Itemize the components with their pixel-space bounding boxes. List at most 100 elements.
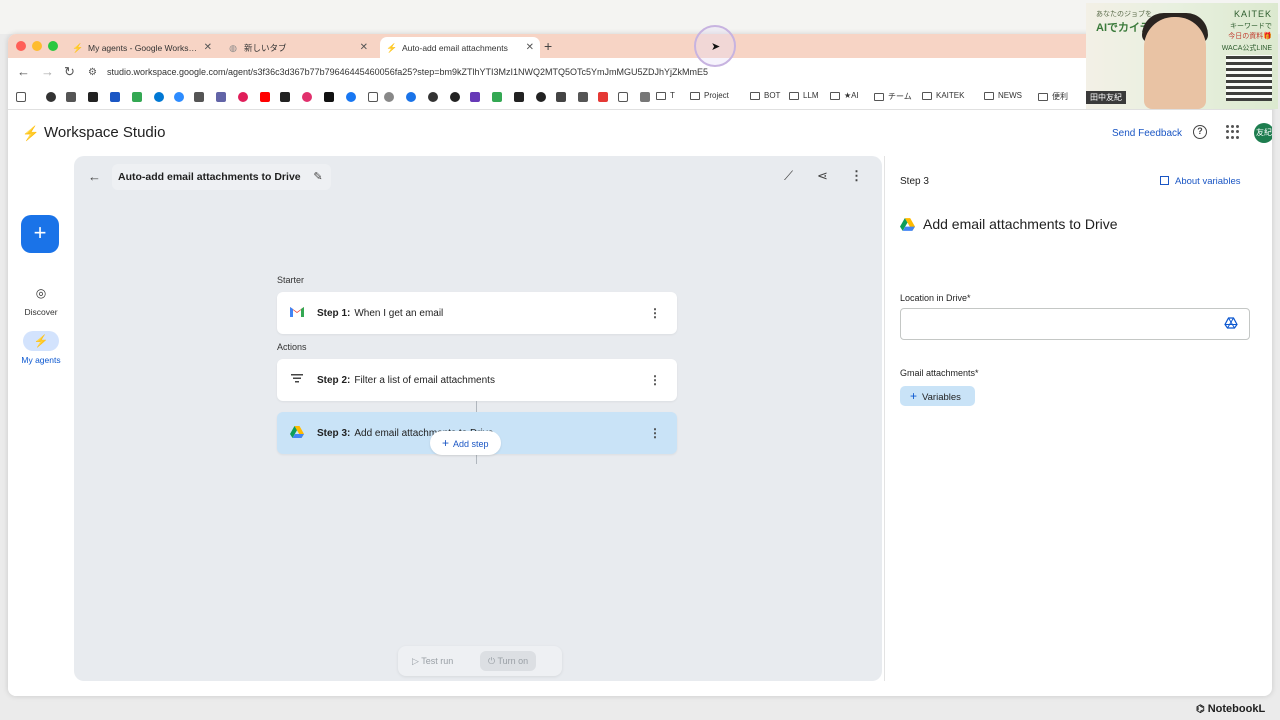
step-config-panel: Step 3 About variables Add email attachm… [884, 156, 1266, 681]
url-text: studio.workspace.google.com/agent/s3f36c… [106, 67, 709, 77]
apps-grid-icon[interactable] [16, 92, 26, 102]
bookmark-favicon-icon[interactable] [598, 92, 608, 102]
bookmark-favicon-icon[interactable] [174, 92, 184, 102]
bookmark-favicon-icon[interactable] [470, 92, 480, 102]
step-menu-icon[interactable]: ⋮ [633, 426, 677, 440]
step-menu-icon[interactable]: ⋮ [633, 306, 677, 320]
step-connector [476, 454, 477, 464]
more-vert-icon[interactable]: ⋮ [850, 168, 863, 184]
step-text: Filter a list of email attachments [354, 374, 495, 386]
drive-picker-icon[interactable] [1224, 317, 1238, 329]
nav-item-my-agents[interactable]: ⚡ My agents [8, 331, 74, 365]
bookmark-favicon-icon[interactable] [46, 92, 56, 102]
new-tab-icon[interactable]: + [544, 38, 552, 54]
bookmark-favicon-icon[interactable] [492, 92, 502, 102]
folder-icon [1038, 92, 1048, 101]
test-run-button[interactable]: ▷ Test run [404, 651, 461, 671]
close-window-button[interactable] [16, 41, 26, 51]
workflow-canvas: ← Auto-add email attachments to Drive ✎ … [74, 156, 882, 681]
bookmark-favicon-icon[interactable] [324, 92, 334, 102]
globe-favicon-icon: ◍ [229, 42, 237, 53]
bookmark-favicon-icon[interactable] [578, 92, 588, 102]
bookmark-favicon-icon[interactable] [260, 92, 270, 102]
close-tab-icon[interactable]: ✕ [204, 42, 212, 53]
bookmark-folder-project[interactable]: Project [690, 91, 729, 100]
bookmark-folder-icon[interactable] [618, 92, 628, 102]
edit-pencil-icon[interactable]: ✎ [313, 164, 322, 190]
bookmark-folder-t[interactable]: T [656, 91, 675, 100]
bookmark-favicon-icon[interactable] [216, 92, 226, 102]
bookmark-favicon-icon[interactable] [514, 92, 524, 102]
panel-title-text: Add email attachments to Drive [923, 216, 1118, 232]
google-apps-icon[interactable] [1226, 125, 1240, 139]
bookmark-folder-bot[interactable]: BOT [750, 91, 780, 100]
bookmark-favicon-icon[interactable] [154, 92, 164, 102]
create-agent-button[interactable]: + [21, 215, 59, 253]
bookmark-folder-team[interactable]: チーム [874, 91, 912, 102]
bookmarks-bar: T Project BOT LLM ★AI チーム KAITEK NEWS 便利 [8, 86, 1272, 110]
bookmark-favicon-icon[interactable] [556, 92, 566, 102]
bookmark-folder-kaitek[interactable]: KAITEK [922, 91, 964, 100]
tab-label: My agents - Google Workspa [88, 42, 198, 53]
forward-icon[interactable]: → [41, 64, 54, 79]
bookmark-favicon-icon[interactable] [302, 92, 312, 102]
share-icon[interactable]: ⋖ [817, 168, 828, 184]
bookmark-favicon-icon[interactable] [640, 92, 650, 102]
about-variables-link[interactable]: About variables [1160, 176, 1240, 187]
bookmark-favicon-icon[interactable] [450, 92, 460, 102]
browser-tab-my-agents[interactable]: ⚡ My agents - Google Workspa ✕ [66, 37, 218, 58]
variables-button[interactable]: + Variables [900, 386, 975, 406]
help-icon[interactable]: ? [1193, 125, 1207, 139]
bookmark-favicon-icon[interactable] [238, 92, 248, 102]
bookmark-folder-ai[interactable]: ★AI [830, 91, 859, 100]
run-controls: ▷ Test run ⏻ Turn on [398, 646, 562, 676]
bookmark-favicon-icon[interactable] [536, 92, 546, 102]
qr-code-icon [1226, 55, 1272, 101]
close-tab-icon[interactable]: ✕ [360, 42, 368, 53]
presenter-face [1144, 17, 1206, 109]
activity-chart-icon[interactable]: ⟋ [784, 168, 793, 184]
nav-item-discover[interactable]: ◎ Discover [8, 283, 74, 317]
location-in-drive-input[interactable] [900, 308, 1250, 340]
bookmark-favicon-icon[interactable] [406, 92, 416, 102]
address-bar[interactable]: ⚙ studio.workspace.google.com/agent/s3f3… [88, 62, 1088, 82]
bookmark-favicon-icon[interactable] [88, 92, 98, 102]
maximize-window-button[interactable] [48, 41, 58, 51]
close-tab-icon[interactable]: ✕ [526, 42, 534, 53]
send-feedback-link[interactable]: Send Feedback [1112, 128, 1182, 139]
back-icon[interactable]: ← [17, 64, 30, 79]
notebook-logo-icon: ⌬ [1196, 704, 1205, 715]
step-card-2[interactable]: Step 2: Filter a list of email attachmen… [277, 359, 677, 401]
bookmark-label: T [670, 91, 675, 100]
step-card-1[interactable]: Step 1: When I get an email ⋮ [277, 292, 677, 334]
minimize-window-button[interactable] [32, 41, 42, 51]
site-settings-icon[interactable]: ⚙ [88, 67, 97, 78]
step-menu-icon[interactable]: ⋮ [633, 373, 677, 387]
reload-icon[interactable]: ↻ [64, 64, 75, 80]
app-header: ⚡ Workspace Studio Send Feedback ? 友紀 [8, 111, 1272, 155]
bookmark-folder-useful[interactable]: 便利 [1038, 91, 1068, 102]
bookmark-favicon-icon[interactable] [368, 92, 378, 102]
compass-icon: ◎ [35, 286, 47, 300]
browser-tab-new-tab[interactable]: ◍ 新しいタブ ✕ [222, 37, 374, 58]
back-arrow-icon[interactable]: ← [88, 169, 101, 184]
bookmark-favicon-icon[interactable] [280, 92, 290, 102]
bookmark-favicon-icon[interactable] [66, 92, 76, 102]
bookmark-favicon-icon[interactable] [384, 92, 394, 102]
bookmark-favicon-icon[interactable] [428, 92, 438, 102]
bookmark-folder-llm[interactable]: LLM [789, 91, 819, 100]
folder-icon [789, 91, 799, 100]
bookmark-favicon-icon[interactable] [194, 92, 204, 102]
bookmark-favicon-icon[interactable] [132, 92, 142, 102]
mouse-cursor-icon: ➤ [711, 41, 721, 53]
bookmark-folder-news[interactable]: NEWS [984, 91, 1022, 100]
add-step-button[interactable]: + Add step [430, 431, 501, 455]
bookmark-favicon-icon[interactable] [110, 92, 120, 102]
workspace-studio-logo-icon: ⚡ [22, 125, 40, 141]
bookmark-favicon-icon[interactable] [346, 92, 356, 102]
agent-title-pill[interactable]: Auto-add email attachments to Drive ✎ [112, 164, 331, 190]
browser-tab-active[interactable]: ⚡ Auto-add email attachments ✕ [380, 37, 540, 58]
folder-icon [690, 91, 700, 100]
turn-on-button[interactable]: ⏻ Turn on [480, 651, 537, 671]
avatar[interactable]: 友紀 [1254, 123, 1272, 143]
